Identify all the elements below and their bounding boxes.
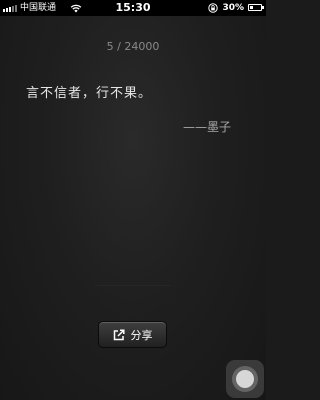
quote-text: 言不信者，行不果。	[26, 86, 153, 101]
assistive-touch-ring	[232, 366, 258, 392]
assistive-touch-button[interactable]	[226, 360, 264, 398]
quote-author: ——墨子	[182, 120, 231, 134]
share-label: 分享	[130, 328, 153, 342]
share-icon	[113, 328, 125, 340]
share-button[interactable]: 分享	[98, 321, 167, 348]
status-bar: 中国联通 15:30 30%	[0, 0, 266, 16]
screen: 中国联通 15:30 30% 5 / 24000 言不信者，行不果。 ——墨子 …	[0, 0, 266, 400]
battery-percentage: 30%	[222, 3, 244, 13]
assistive-touch-icon	[236, 370, 254, 388]
quote-counter: 5 / 24000	[106, 40, 160, 53]
rotation-lock-icon	[208, 3, 218, 13]
divider	[95, 285, 171, 286]
battery-icon	[248, 4, 264, 11]
